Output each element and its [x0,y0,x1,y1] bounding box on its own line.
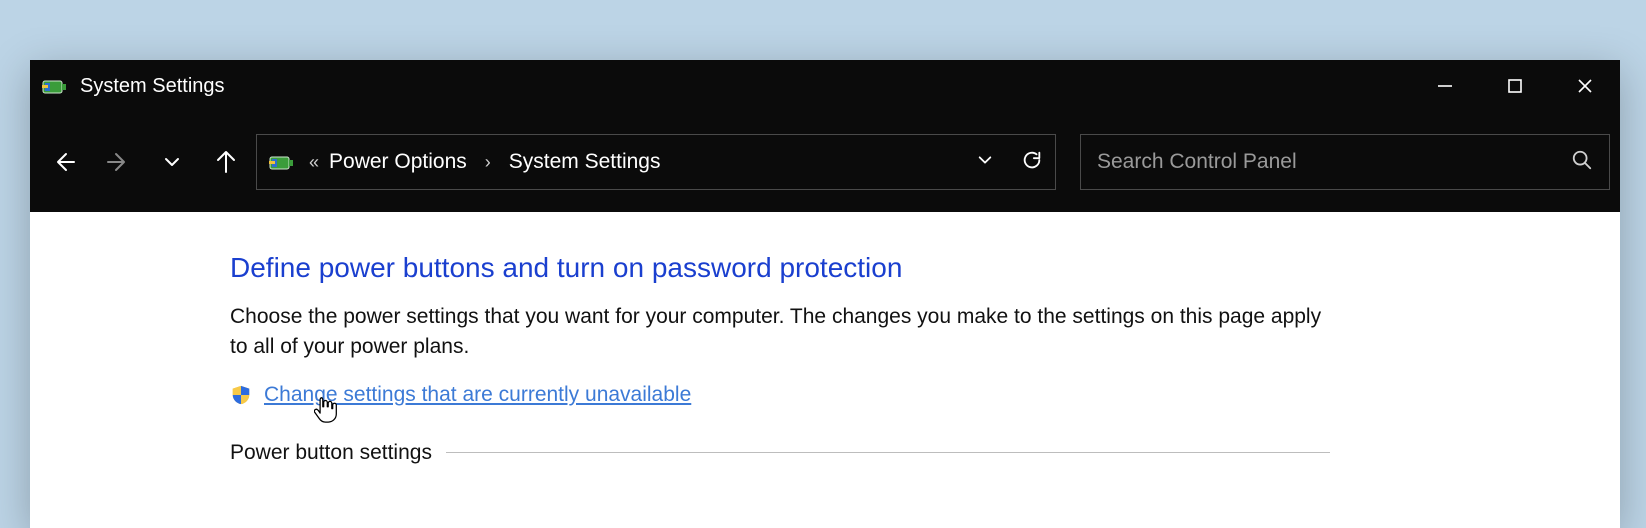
admin-link-row: Change settings that are currently unava… [230,383,1620,407]
recent-locations-button[interactable] [148,138,196,186]
close-icon [1576,77,1594,95]
app-icon [40,71,70,101]
page-heading: Define power buttons and turn on passwor… [230,252,1620,284]
minimize-icon [1436,77,1454,95]
breadcrumb-system-settings[interactable]: System Settings [509,150,661,174]
address-dropdown-button[interactable] [977,152,993,173]
arrow-up-icon [214,150,238,174]
nav-bar: « Power Options › System Settings [30,112,1620,212]
window-frame: System Settings [30,60,1620,528]
content-area: Define power buttons and turn on passwor… [30,212,1620,528]
breadcrumb-power-options[interactable]: Power Options [329,150,467,174]
window-controls [1410,60,1620,112]
maximize-button[interactable] [1480,60,1550,112]
search-box[interactable] [1080,134,1610,190]
search-icon[interactable] [1571,149,1593,176]
title-bar: System Settings [30,60,1620,112]
window-title: System Settings [80,75,225,98]
arrow-left-icon [52,150,76,174]
chevron-down-icon [163,153,181,171]
section-divider [446,452,1330,453]
power-options-icon-small [269,151,295,173]
back-button[interactable] [40,138,88,186]
section-label: Power button settings [230,441,432,465]
section-power-button-settings: Power button settings [230,441,1330,465]
search-input[interactable] [1097,150,1559,174]
uac-shield-icon [230,384,252,406]
up-button[interactable] [202,138,250,186]
page-description: Choose the power settings that you want … [230,302,1330,363]
close-button[interactable] [1550,60,1620,112]
refresh-icon [1021,149,1043,171]
power-options-icon [42,75,68,97]
address-bar[interactable]: « Power Options › System Settings [256,134,1056,190]
minimize-button[interactable] [1410,60,1480,112]
forward-button[interactable] [94,138,142,186]
breadcrumb-overflow-icon[interactable]: « [309,152,315,173]
maximize-icon [1507,78,1523,94]
arrow-right-icon [106,150,130,174]
chevron-down-icon [977,152,993,168]
breadcrumb-separator-icon: › [485,152,491,173]
refresh-button[interactable] [1021,149,1043,176]
change-unavailable-settings-link[interactable]: Change settings that are currently unava… [264,383,691,407]
